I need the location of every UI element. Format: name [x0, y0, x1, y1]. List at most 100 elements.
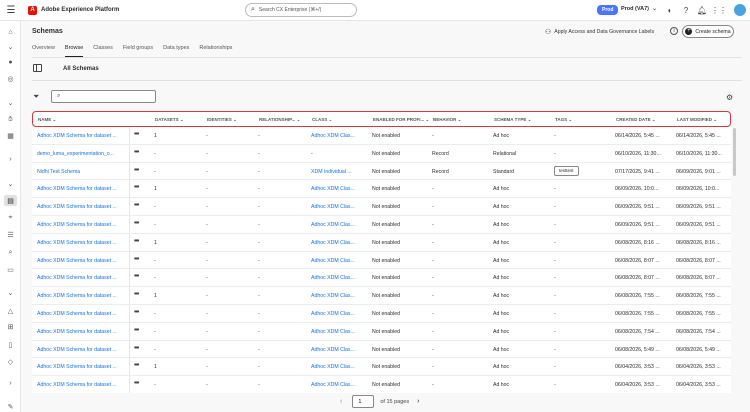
header-enabled-for-profile[interactable]: ENABLED FOR PROFI... ⌄: [373, 117, 429, 123]
schemas-icon[interactable]: ▤: [4, 195, 17, 206]
cell-class[interactable]: XDM Individual ...: [311, 169, 366, 175]
sort-chevron-icon[interactable]: ⌄: [651, 117, 656, 122]
sort-chevron-icon[interactable]: ⌄: [526, 117, 532, 122]
table-row[interactable]: Adhoc XDM Schema for dataset ... - - - Adhoc…: [32, 376, 731, 393]
table-row[interactable]: Adhoc XDM Schema for dataset ... - - - Adhoc…: [32, 215, 731, 234]
more-actions-icon[interactable]: •••: [134, 380, 139, 387]
monitoring-icon[interactable]: ▭: [4, 264, 17, 275]
column-settings-icon[interactable]: ⚙︎: [726, 93, 733, 102]
document-icon[interactable]: ▯: [4, 339, 17, 350]
tab-field-groups[interactable]: Field groups: [123, 45, 153, 57]
sort-chevron-icon[interactable]: ⌄: [232, 117, 237, 122]
chevron-down-icon[interactable]: ⌄: [4, 41, 17, 52]
previous-page-icon[interactable]: ‹: [340, 398, 342, 405]
cell-class[interactable]: Adhoc XDM Clas...: [311, 329, 366, 335]
cell-name[interactable]: Nidhi Test Schema: [37, 169, 122, 175]
more-actions-icon[interactable]: •••: [134, 238, 139, 245]
chevron-down-icon[interactable]: ⌄: [652, 5, 657, 12]
cell-name[interactable]: Adhoc XDM Schema for dataset ...: [37, 347, 122, 353]
sort-chevron-icon[interactable]: ⌄: [179, 117, 184, 122]
avatar[interactable]: [734, 4, 746, 16]
location-icon[interactable]: ⌖: [4, 212, 17, 223]
sources-icon[interactable]: ⊞: [4, 321, 17, 332]
cell-name[interactable]: Adhoc XDM Schema for dataset ...: [37, 133, 122, 139]
cell-name[interactable]: Adhoc XDM Schema for dataset ...: [37, 186, 122, 192]
header-behavior[interactable]: BEHAVIOR ⌄: [433, 117, 461, 123]
header-schema-type[interactable]: SCHEMA TYPE ⌄: [494, 117, 531, 123]
page-number-input[interactable]: [352, 395, 375, 408]
table-search-input[interactable]: ⌕: [51, 90, 156, 103]
more-actions-icon[interactable]: •••: [134, 256, 139, 263]
cell-class[interactable]: Adhoc XDM Clas...: [311, 293, 366, 299]
reports-icon[interactable]: ▦: [4, 130, 17, 141]
filter-icon[interactable]: ⏷: [33, 92, 39, 102]
header-relationships[interactable]: RELATIONSHIP... ⌄: [259, 117, 300, 123]
sort-chevron-icon[interactable]: ⌄: [327, 117, 333, 122]
sort-chevron-icon[interactable]: ⌄: [712, 117, 717, 122]
cell-name[interactable]: Adhoc XDM Schema for dataset ...: [37, 275, 122, 281]
chevron-right-icon[interactable]: ›: [4, 154, 17, 165]
header-name[interactable]: NAME ⌄: [38, 117, 56, 123]
header-class[interactable]: CLASS ⌄: [312, 117, 332, 123]
chevron-down-icon[interactable]: ⌄: [4, 287, 17, 298]
chevron-down-icon[interactable]: ⌄: [4, 97, 17, 108]
cell-class[interactable]: Adhoc XDM Clas...: [311, 382, 366, 388]
tab-data-types[interactable]: Data types: [163, 45, 189, 57]
cell-class[interactable]: Adhoc XDM Clas...: [311, 311, 366, 317]
more-actions-icon[interactable]: •••: [134, 327, 139, 334]
cell-class[interactable]: Adhoc XDM Clas...: [311, 364, 366, 370]
table-row[interactable]: Adhoc XDM Schema for dataset ... 1 - - Adhoc…: [32, 358, 731, 377]
vertical-scrollbar[interactable]: [733, 128, 736, 176]
privacy-icon[interactable]: ✋︎: [4, 114, 17, 125]
audiences-icon[interactable]: ◎: [4, 73, 17, 84]
tab-classes[interactable]: Classes: [93, 45, 113, 57]
more-actions-icon[interactable]: •••: [134, 149, 139, 156]
cell-class[interactable]: Adhoc XDM Clas...: [311, 275, 366, 281]
tab-relationships[interactable]: Relationships: [199, 45, 232, 57]
table-row[interactable]: Adhoc XDM Schema for dataset ... - - - Adhoc…: [32, 340, 731, 359]
cell-name[interactable]: Adhoc XDM Schema for dataset ...: [37, 382, 122, 388]
home-icon[interactable]: ⌂: [4, 27, 17, 38]
sort-chevron-icon[interactable]: ⌄: [456, 117, 462, 122]
user-icon[interactable]: ●: [4, 57, 17, 68]
cell-class[interactable]: Adhoc XDM Clas...: [311, 204, 366, 210]
alerts-icon[interactable]: △: [4, 305, 17, 316]
sort-chevron-icon[interactable]: ⌄: [424, 117, 430, 122]
table-row[interactable]: Adhoc XDM Schema for dataset ... 1 - - Adhoc…: [32, 180, 731, 199]
datasets-icon[interactable]: ☰: [4, 229, 17, 240]
menu-icon[interactable]: ☰: [0, 5, 22, 16]
cell-tags[interactable]: testtest: [554, 165, 579, 176]
app-title[interactable]: Adobe Experience Platform: [41, 7, 119, 13]
table-row[interactable]: Adhoc XDM Schema for dataset ... - - - Adhoc…: [32, 251, 731, 270]
cell-name[interactable]: demo_luma_experimentation_o...: [37, 151, 122, 157]
header-created-date[interactable]: CREATED DATE ⌄: [616, 117, 656, 123]
cell-class[interactable]: Adhoc XDM Clas...: [311, 222, 366, 228]
table-row[interactable]: Adhoc XDM Schema for dataset ... 1 - - Adhoc…: [32, 287, 731, 305]
table-row[interactable]: Adhoc XDM Schema for dataset ... 1 - - Adhoc…: [32, 127, 731, 145]
more-actions-icon[interactable]: •••: [134, 184, 139, 191]
more-actions-icon[interactable]: •••: [134, 202, 139, 209]
more-actions-icon[interactable]: •••: [134, 362, 139, 369]
header-identities[interactable]: IDENTITIES ⌄: [207, 117, 237, 123]
cell-name[interactable]: Adhoc XDM Schema for dataset ...: [37, 240, 122, 246]
table-row[interactable]: Adhoc XDM Schema for dataset ... - - - Adhoc…: [32, 322, 731, 341]
next-page-icon[interactable]: ›: [417, 398, 419, 405]
table-row[interactable]: Adhoc XDM Schema for dataset ... 1 - - Adhoc…: [32, 233, 731, 252]
edit-icon[interactable]: ✎: [4, 401, 17, 412]
table-row[interactable]: demo_luma_experimentation_o... - - - - Not en…: [32, 144, 731, 163]
cell-class[interactable]: Adhoc XDM Clas...: [311, 133, 366, 139]
more-actions-icon[interactable]: •••: [134, 220, 139, 227]
sort-chevron-icon[interactable]: ⌄: [51, 117, 57, 122]
org-switcher[interactable]: Prod (VA7): [621, 6, 649, 12]
more-actions-icon[interactable]: •••: [134, 131, 139, 138]
header-datasets[interactable]: DATASETS ⌄: [155, 117, 184, 123]
chevron-down-icon[interactable]: ⌄: [4, 178, 17, 189]
tab-overview[interactable]: Overview: [32, 45, 55, 57]
table-row[interactable]: Adhoc XDM Schema for dataset ... - - - Adhoc…: [32, 269, 731, 288]
table-row[interactable]: Adhoc XDM Schema for dataset ... - - - Adhoc…: [32, 304, 731, 323]
more-actions-icon[interactable]: •••: [134, 273, 139, 280]
cell-class[interactable]: Adhoc XDM Clas...: [311, 240, 366, 246]
cell-class[interactable]: Adhoc XDM Clas...: [311, 186, 366, 192]
environment-badge[interactable]: Prod: [597, 5, 619, 15]
queries-icon[interactable]: ⌕: [4, 247, 17, 258]
